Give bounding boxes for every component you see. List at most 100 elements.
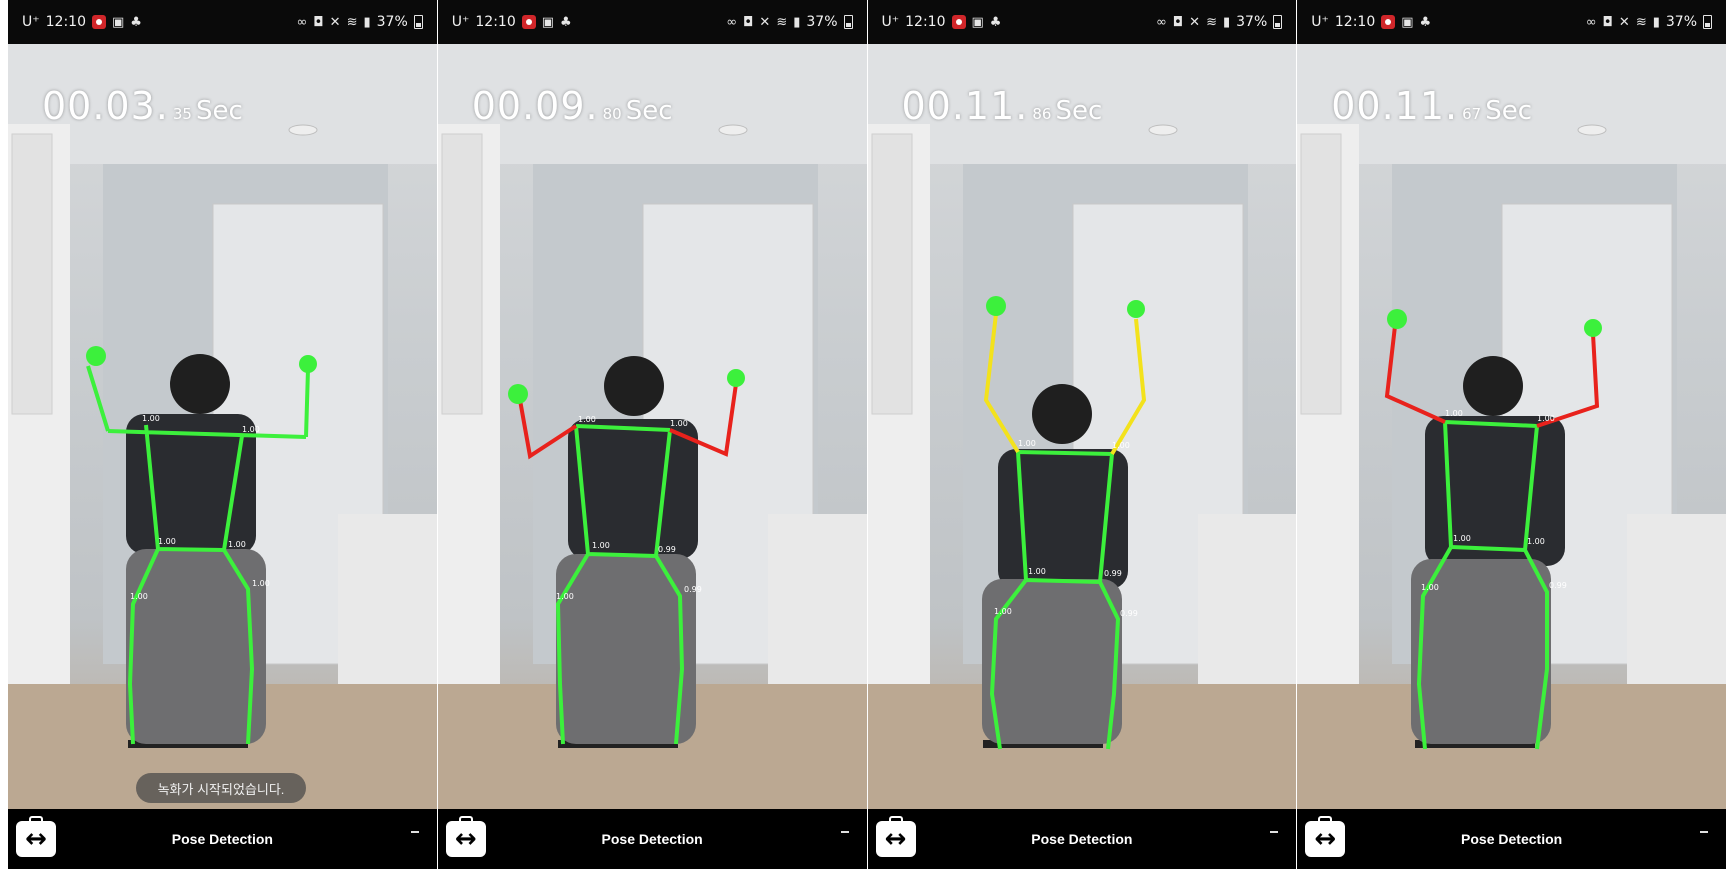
keypoint-score-right-knee: 1.00 xyxy=(252,579,270,588)
right-hand xyxy=(726,369,745,387)
ceiling-light xyxy=(288,124,318,136)
wifi-icon: ≋ xyxy=(346,14,358,30)
camera-scene: 1.00 1.00 1.00 0.99 1.00 0.99 xyxy=(867,44,1297,809)
wifi-icon: ≋ xyxy=(1635,14,1647,30)
ceiling-light xyxy=(1577,124,1607,136)
ceiling-light xyxy=(718,124,748,136)
ceiling-light xyxy=(1148,124,1177,136)
keypoint-score-left-knee: 1.00 xyxy=(130,592,148,601)
battery-icon xyxy=(1703,15,1712,29)
carrier-label: U⁺ xyxy=(451,14,470,30)
bottom-bar: ↔ Pose Detection xyxy=(1297,809,1726,869)
phone-frame-3: U⁺ 12:10 ▣ ♣ ∞ ◘ ✕ ≋ ▮ 37% 1.00 1.00 1.0… xyxy=(867,0,1297,869)
legs xyxy=(555,554,696,744)
link-icon: ∞ xyxy=(1585,14,1597,30)
status-bar: U⁺ 12:10 ▣ ♣ ∞ ◘ ✕ ≋ ▮ 37% xyxy=(8,0,437,44)
phone-frame-1: U⁺ 12:10 ▣ ♣ ∞ ◘ ✕ ≋ ▮ 37% 1.00 1.00 1.0… xyxy=(8,0,437,869)
link-icon: ∞ xyxy=(1156,14,1167,30)
camera-scene: 1.00 1.00 1.00 1.00 1.00 1.00 xyxy=(8,44,437,809)
wifi-icon: ≋ xyxy=(776,14,788,30)
bottom-bar: ↔ Pose Detection xyxy=(8,809,437,869)
swap-camera-button[interactable]: ↔ xyxy=(445,816,486,857)
swap-camera-icon: ↔ xyxy=(1314,824,1337,854)
right-hand xyxy=(1126,300,1145,318)
status-bar: U⁺ 12:10 ▣ ♣ ∞ ◘ ✕ ≋ ▮ 37% xyxy=(867,0,1297,44)
keypoint-score-right-knee: 0.99 xyxy=(684,585,702,594)
keypoint-score-left-shoulder: 1.00 xyxy=(142,414,160,423)
timer-unit: Sec xyxy=(1485,96,1533,126)
head xyxy=(1031,384,1092,444)
gallery-icon: ▣ xyxy=(112,14,125,30)
wifi-icon: ≋ xyxy=(1206,14,1217,30)
battery-percent: 37% xyxy=(376,14,408,30)
camera-view: 1.00 1.00 1.00 1.00 1.00 1.00 00.03. 35 … xyxy=(8,44,437,809)
people-icon: ♣ xyxy=(560,14,572,30)
right-hand xyxy=(299,355,317,373)
keypoint-score-left-shoulder: 1.00 xyxy=(1445,409,1463,418)
mute-icon: ✕ xyxy=(1618,14,1630,30)
timer-unit: Sec xyxy=(625,96,673,126)
mute-icon: ✕ xyxy=(759,14,771,30)
dropdown-caret-icon[interactable] xyxy=(1700,831,1708,833)
signal-icon: ▮ xyxy=(1652,14,1660,30)
dropdown-caret-icon[interactable] xyxy=(1270,831,1279,833)
timer-unit: Sec xyxy=(1055,96,1103,126)
closet-louver xyxy=(441,133,483,415)
status-bar: U⁺ 12:10 ▣ ♣ ∞ ◘ ✕ ≋ ▮ 37% xyxy=(1297,0,1726,44)
detection-mode-label[interactable]: Pose Detection xyxy=(868,831,1297,847)
phone-frame-4: U⁺ 12:10 ▣ ♣ ∞ ◘ ✕ ≋ ▮ 37% 1.00 1.00 1.0… xyxy=(1297,0,1726,869)
battery-percent: 37% xyxy=(806,14,838,30)
phone-frame-2: U⁺ 12:10 ▣ ♣ ∞ ◘ ✕ ≋ ▮ 37% 1.00 1.00 1.0… xyxy=(437,0,867,869)
mute-icon: ✕ xyxy=(1189,14,1201,30)
left-hand xyxy=(86,346,106,366)
signal-icon: ▮ xyxy=(1222,14,1231,30)
swap-camera-icon: ↔ xyxy=(25,824,47,854)
keypoint-score-right-shoulder: 1.00 xyxy=(1112,441,1130,450)
link-icon: ∞ xyxy=(726,14,738,30)
swap-camera-icon: ↔ xyxy=(884,824,907,854)
nfc-icon: ◘ xyxy=(743,14,754,30)
recording-started-toast: 녹화가 시작되었습니다. xyxy=(136,773,306,803)
timer-seconds: 00.11. xyxy=(1331,84,1459,128)
timer-fraction: 67 xyxy=(1462,105,1482,123)
battery-percent: 37% xyxy=(1665,14,1697,30)
keypoint-score-right-hip: 1.00 xyxy=(228,540,246,549)
timer-seconds: 00.11. xyxy=(901,84,1029,128)
people-icon: ♣ xyxy=(989,14,1002,30)
keypoint-score-right-shoulder: 1.00 xyxy=(670,419,688,428)
dropdown-caret-icon[interactable] xyxy=(840,831,849,833)
nfc-icon: ◘ xyxy=(313,14,324,30)
closet-louver xyxy=(871,133,912,415)
bottom-bar: ↔ Pose Detection xyxy=(867,809,1297,869)
closet-louver xyxy=(1300,133,1342,415)
legs xyxy=(126,549,266,744)
screenshot-strip: U⁺ 12:10 ▣ ♣ ∞ ◘ ✕ ≋ ▮ 37% 1.00 1.00 1.0… xyxy=(8,0,1726,869)
keypoint-score-left-hip: 1.00 xyxy=(158,537,176,546)
dropdown-caret-icon[interactable] xyxy=(410,831,419,833)
swap-camera-button[interactable]: ↔ xyxy=(1305,816,1346,857)
status-bar: U⁺ 12:10 ▣ ♣ ∞ ◘ ✕ ≋ ▮ 37% xyxy=(437,0,867,44)
head xyxy=(1463,356,1524,416)
swap-camera-button[interactable]: ↔ xyxy=(16,816,56,857)
left-hand xyxy=(985,296,1006,316)
link-icon: ∞ xyxy=(296,14,308,30)
detection-mode-label[interactable]: Pose Detection xyxy=(438,831,867,847)
keypoint-score-left-hip: 1.00 xyxy=(592,541,610,550)
keypoint-score-left-knee: 1.00 xyxy=(556,592,574,601)
record-icon xyxy=(1381,15,1396,29)
camera-view: 1.00 1.00 1.00 1.00 1.00 0.99 00.11. 67 … xyxy=(1297,44,1726,809)
nfc-icon: ◘ xyxy=(1172,14,1184,30)
timer-fraction: 86 xyxy=(1032,105,1052,123)
nfc-icon: ◘ xyxy=(1602,14,1613,30)
detection-mode-label[interactable]: Pose Detection xyxy=(8,831,437,847)
gallery-icon: ▣ xyxy=(971,14,984,30)
battery-icon xyxy=(1273,15,1283,29)
elapsed-timer: 00.11. 86 Sec xyxy=(902,84,1103,128)
keypoint-score-left-shoulder: 1.00 xyxy=(1018,439,1036,448)
keypoint-score-left-hip: 1.00 xyxy=(1028,567,1046,576)
carrier-label: U⁺ xyxy=(1311,14,1329,30)
timer-seconds: 00.09. xyxy=(471,84,599,128)
detection-mode-label[interactable]: Pose Detection xyxy=(1297,831,1726,847)
carrier-label: U⁺ xyxy=(881,14,900,30)
swap-camera-button[interactable]: ↔ xyxy=(875,816,916,857)
